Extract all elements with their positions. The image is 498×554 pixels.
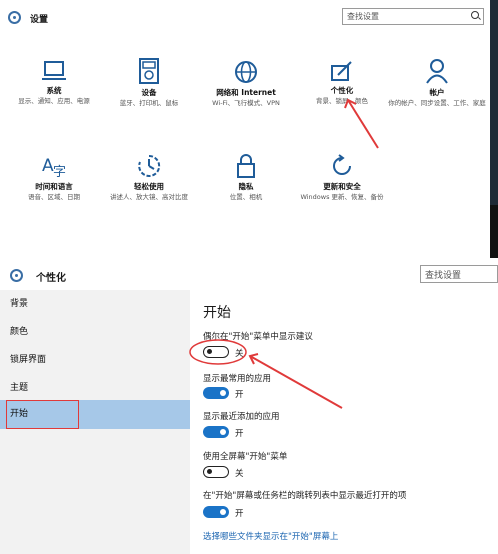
annotation-layer bbox=[189, 98, 379, 409]
annotation-arrow bbox=[249, 355, 343, 409]
annotation-circle bbox=[189, 339, 247, 365]
annotation-arrow bbox=[347, 99, 379, 149]
